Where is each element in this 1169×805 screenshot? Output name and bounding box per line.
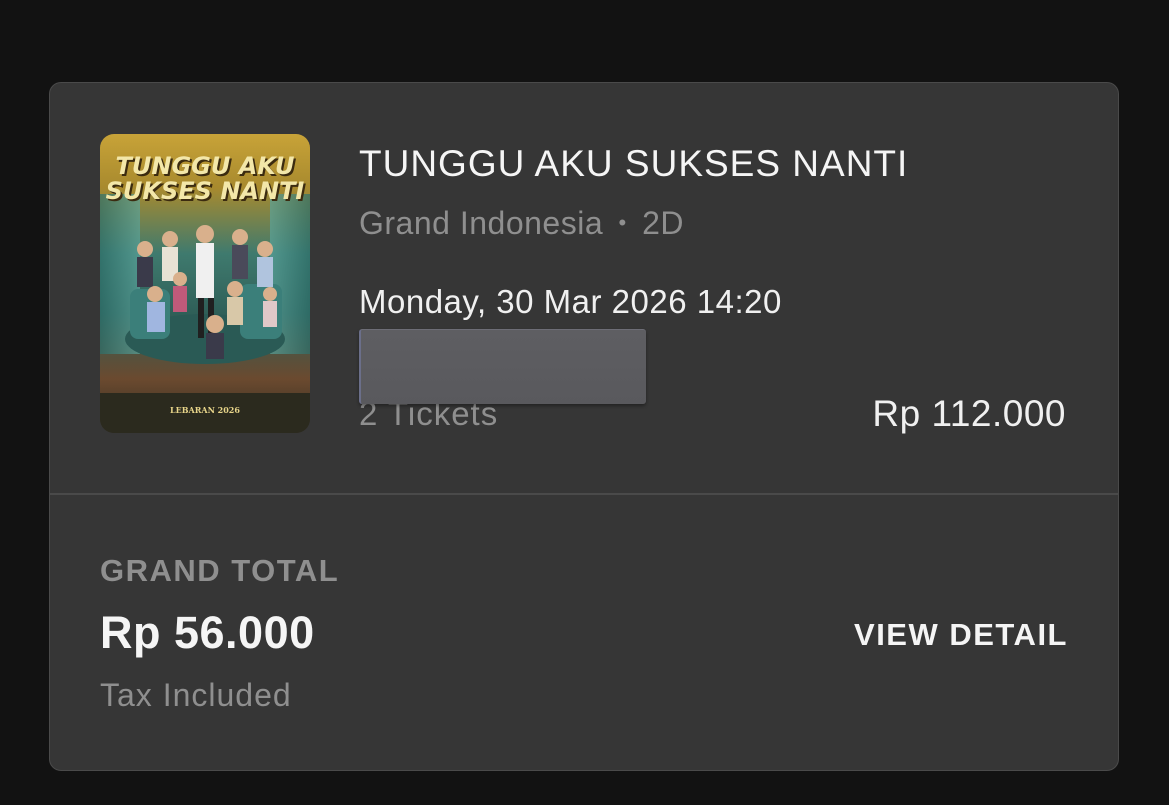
grand-total-amount: Rp 56.000 (100, 607, 315, 658)
screen-format: 2D (642, 205, 684, 241)
poster-release-text: LEBARAN 2026 (170, 405, 240, 415)
ticket-price: Rp 112.000 (872, 393, 1066, 434)
movie-title: TUNGGU AKU SUKSES NANTI (359, 143, 909, 184)
showtime: Monday, 30 Mar 2026 14:20 (359, 283, 782, 320)
poster-title-art: TUNGGU AKU SUKSES NANTI (105, 152, 305, 205)
poster-cast-illustration (125, 225, 285, 364)
separator-dot: • (618, 210, 627, 235)
divider (50, 493, 1118, 495)
movie-poster: TUNGGU AKU SUKSES NANTI LEBARAN 2026 (100, 134, 310, 433)
tax-note: Tax Included (100, 677, 292, 713)
redacted-block (359, 329, 646, 404)
view-detail-button[interactable]: VIEW DETAIL (854, 617, 1068, 653)
poster-footer: LEBARAN 2026 (100, 393, 310, 433)
grand-total-label: GRAND TOTAL (100, 553, 340, 588)
booking-card: TUNGGU AKU SUKSES NANTI LEBARAN 2026 TUN… (49, 82, 1119, 771)
cinema-name: Grand Indonesia (359, 205, 604, 241)
cinema-format-row: Grand Indonesia • 2D (359, 205, 684, 242)
